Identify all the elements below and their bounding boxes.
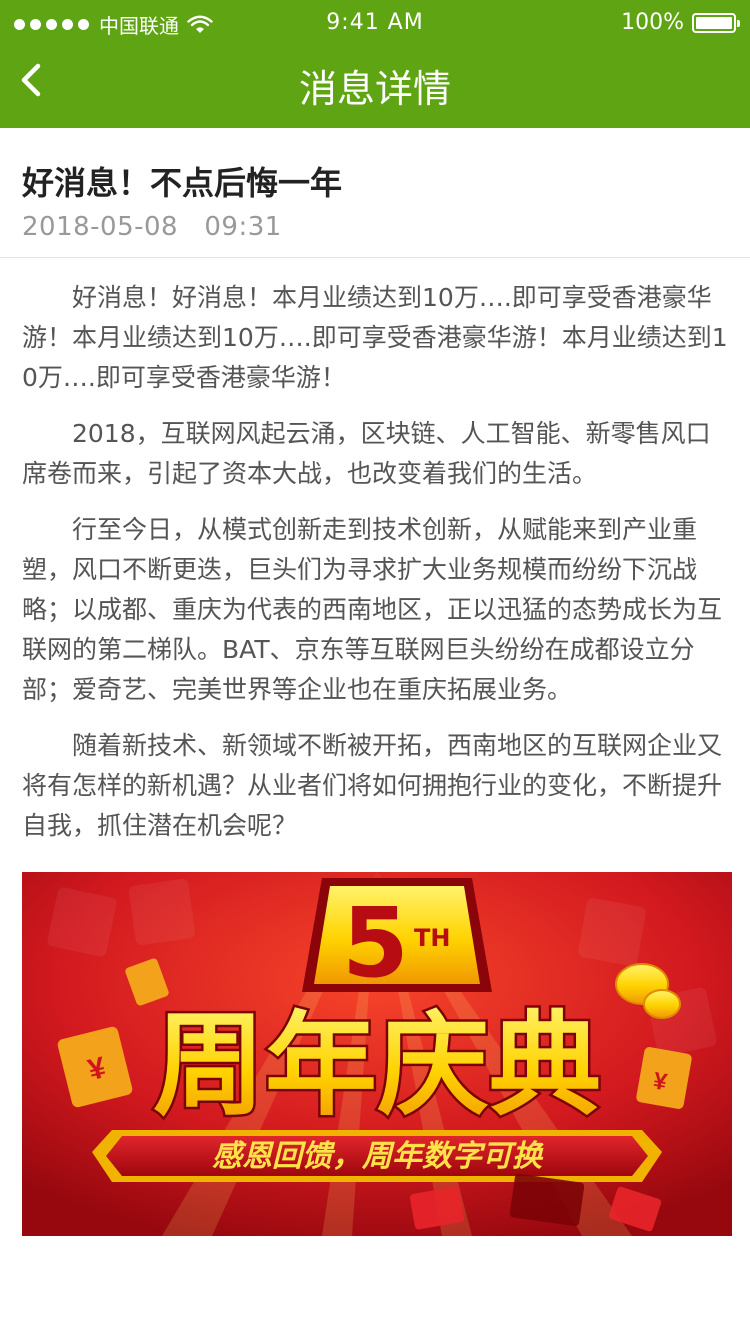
article-title: 好消息！不点后悔一年 xyxy=(22,164,343,202)
article-body: 好消息！好消息！本月业绩达到10万….即可享受香港豪华游！本月业绩达到10万….… xyxy=(22,278,728,862)
battery-icon xyxy=(692,12,740,33)
banner-headline: 周年庆典 xyxy=(153,1001,601,1131)
status-right: 100% xyxy=(621,10,740,35)
svg-text:TH: TH xyxy=(414,924,450,952)
article-header: 好消息！不点后悔一年 2018-05-08 09:31 xyxy=(0,128,750,258)
article-date: 2018-05-08 09:31 xyxy=(22,212,282,242)
anniversary-banner-image: ¥ ¥ 5 TH 周年庆典 感恩回馈，周年数字可换 xyxy=(22,872,732,1236)
article-paragraph: 2018，互联网风起云涌，区块链、人工智能、新零售风口席卷而来，引起了资本大战，… xyxy=(22,419,711,488)
article-paragraph: 好消息！好消息！本月业绩达到10万….即可享受香港豪华游！本月业绩达到10万….… xyxy=(22,283,728,392)
status-bar: 中国联通 9:41 AM 100% xyxy=(0,0,750,44)
article-paragraph: 随着新技术、新领域不断被开拓，西南地区的互联网企业又将有怎样的新机遇？从业者们将… xyxy=(22,731,723,840)
fifth-anniversary-badge: 5 TH xyxy=(302,878,492,999)
banner-subline: 感恩回馈，周年数字可换 xyxy=(212,1139,544,1174)
banner-ribbon: 感恩回馈，周年数字可换 xyxy=(92,1130,662,1182)
nav-bar: 消息详情 xyxy=(0,44,750,128)
app-header: 中国联通 9:41 AM 100% 消息详情 xyxy=(0,0,750,128)
article-paragraph: 行至今日，从模式创新走到技术创新，从赋能来到产业重塑，风口不断更迭，巨头们为寻求… xyxy=(22,515,723,704)
battery-percent: 100% xyxy=(621,10,684,35)
page-title: 消息详情 xyxy=(298,67,451,111)
svg-text:5: 5 xyxy=(342,887,409,999)
promo-banner: ¥ ¥ 5 TH 周年庆典 感恩回馈，周年数字可换 xyxy=(22,872,732,1236)
